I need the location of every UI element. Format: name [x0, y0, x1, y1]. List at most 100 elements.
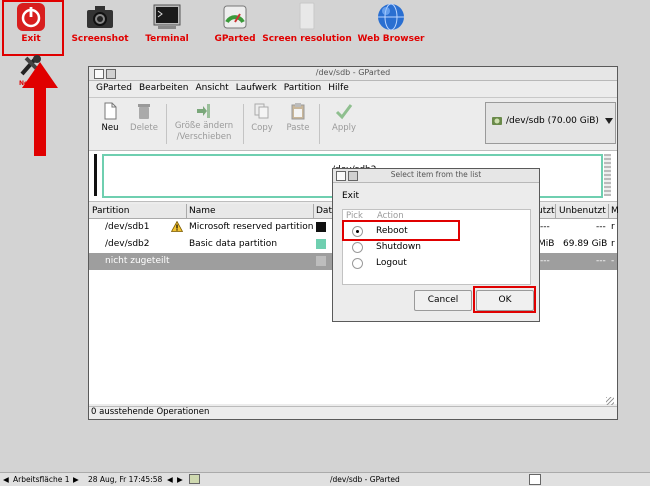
toolbar: Neu Delete Größe ändern /Verschieben Cop…: [89, 98, 617, 151]
cell-name: Basic data partition: [189, 239, 278, 249]
resize-arrow-icon: [195, 102, 213, 120]
menu-bearbeiten[interactable]: Bearbeiten: [136, 81, 192, 93]
desktop-icon-label: GParted: [214, 34, 256, 44]
harddisk-icon: [491, 115, 503, 127]
select-item-dialog: Select item from the list Exit Pick Acti…: [332, 168, 540, 322]
col-header-name[interactable]: Name: [189, 206, 216, 216]
column-separator: [186, 204, 187, 218]
task-app-icon: [189, 474, 200, 484]
desktop-icon-label: Screen resolution: [262, 34, 352, 44]
col-header-flags[interactable]: M: [611, 206, 619, 216]
new-document-icon: [101, 102, 119, 120]
globe-icon: [376, 2, 406, 32]
new-label: Neu: [101, 123, 119, 133]
menu-laufwerk[interactable]: Laufwerk: [233, 81, 281, 93]
cell-used: ---: [540, 256, 550, 266]
cell-flags: -: [611, 256, 615, 266]
cell-unused: 69.89 GiB: [563, 239, 608, 249]
desktop-icon-terminal[interactable]: Terminal: [136, 0, 198, 44]
task-prev-icon[interactable]: ◀: [167, 475, 173, 484]
annotation-arrow: [22, 62, 58, 156]
checkmark-icon: [335, 102, 353, 120]
desktop-icon-label: Terminal: [145, 34, 189, 44]
clock: 28 Aug, Fr 17:45:58: [88, 475, 163, 484]
new-button[interactable]: Neu: [95, 102, 125, 134]
toolbar-separator: [319, 104, 320, 144]
window-titlebar[interactable]: /dev/sdb - GParted: [89, 67, 617, 81]
menu-ansicht[interactable]: Ansicht: [192, 81, 232, 93]
reboot-highlight-box: [342, 220, 460, 241]
column-separator: [608, 204, 609, 218]
resize-grip[interactable]: [606, 397, 614, 405]
menu-partition[interactable]: Partition: [281, 81, 326, 93]
cell-partition: /dev/sdb1: [105, 222, 150, 232]
filesystem-color-swatch: [316, 256, 326, 266]
copy-button[interactable]: Copy: [247, 102, 277, 134]
resize-label-2: /Verschieben: [176, 132, 232, 142]
copy-icon: [253, 102, 271, 120]
cell-partition: /dev/sdb2: [105, 239, 150, 249]
cancel-button[interactable]: Cancel: [414, 290, 472, 311]
cell-partition: nicht zugeteilt: [105, 256, 170, 266]
task-next-icon[interactable]: ▶: [177, 475, 183, 484]
paste-label: Paste: [286, 123, 310, 133]
apply-label: Apply: [332, 123, 356, 133]
option-label: Logout: [376, 258, 407, 268]
resize-move-button[interactable]: Größe ändern /Verschieben: [169, 102, 239, 143]
cell-unused: ---: [596, 222, 606, 232]
workspace-label[interactable]: Arbeitsfläche 1: [13, 475, 70, 484]
delete-label: Delete: [130, 123, 158, 133]
option-shutdown[interactable]: Shutdown: [343, 240, 530, 255]
menu-hilfe[interactable]: Hilfe: [325, 81, 352, 93]
graph-sdb1-bar[interactable]: [94, 154, 97, 196]
option-logout[interactable]: Logout: [343, 256, 530, 271]
desktop-icon-label: Screenshot: [71, 34, 129, 44]
workspace-next-icon[interactable]: ▶: [73, 475, 79, 484]
desktop-icon-screenshot[interactable]: Screenshot: [69, 0, 131, 44]
desktop-icon-gparted[interactable]: GParted: [204, 0, 266, 44]
show-desktop-icon[interactable]: [529, 474, 541, 485]
monitor-icon: [292, 2, 322, 32]
menu-gparted[interactable]: GParted: [93, 81, 136, 93]
terminal-icon: [152, 2, 182, 32]
taskbar-task[interactable]: /dev/sdb - GParted: [330, 475, 400, 484]
graph-unallocated-bar[interactable]: [604, 154, 611, 196]
cell-flags: r: [611, 239, 615, 249]
desktop-icon-label: Web Browser: [357, 34, 425, 44]
copy-label: Copy: [251, 123, 273, 133]
dialog-title: Select item from the list: [390, 170, 482, 179]
desktop-icon-web-browser[interactable]: Web Browser: [355, 0, 427, 44]
toolbar-separator: [166, 104, 167, 144]
ok-highlight-box: [473, 286, 536, 313]
apply-button[interactable]: Apply: [327, 102, 361, 134]
paste-button[interactable]: Paste: [283, 102, 313, 134]
toolbar-separator: [243, 104, 244, 144]
filesystem-color-swatch: [316, 222, 326, 232]
camera-icon: [85, 2, 115, 32]
paste-icon: [289, 102, 307, 120]
radio-button[interactable]: [352, 242, 363, 253]
col-header-unused[interactable]: Unbenutzt: [559, 206, 606, 216]
desktop-icon-screen-resolution[interactable]: Screen resolution: [262, 0, 352, 44]
delete-button[interactable]: Delete: [127, 102, 161, 134]
device-selector[interactable]: /dev/sdb (70.00 GiB): [485, 102, 616, 144]
cell-used: MiB: [538, 239, 555, 249]
radio-button[interactable]: [352, 258, 363, 269]
col-header-partition[interactable]: Partition: [92, 206, 130, 216]
dropdown-arrow-icon: [605, 118, 613, 124]
dialog-prompt: Exit: [342, 191, 360, 201]
window-title: /dev/sdb - GParted: [315, 68, 391, 77]
taskbar: ◀ Arbeitsfläche 1 ▶ 28 Aug, Fr 17:45:58 …: [0, 472, 650, 486]
cell-flags: r: [611, 222, 615, 232]
gparted-icon: [220, 2, 250, 32]
status-text: 0 ausstehende Operationen: [91, 407, 210, 417]
exit-highlight-box: [2, 0, 64, 56]
workspace-prev-icon[interactable]: ◀: [3, 475, 9, 484]
menu-bar: GParted Bearbeiten Ansicht Laufwerk Partitio…: [89, 81, 617, 98]
trash-icon: [135, 102, 153, 120]
option-label: Shutdown: [376, 242, 421, 252]
status-bar: 0 ausstehende Operationen: [89, 406, 617, 419]
cell-used: ---: [540, 222, 550, 232]
dialog-titlebar[interactable]: Select item from the list: [333, 169, 539, 183]
resize-label-1: Größe ändern: [174, 121, 234, 131]
